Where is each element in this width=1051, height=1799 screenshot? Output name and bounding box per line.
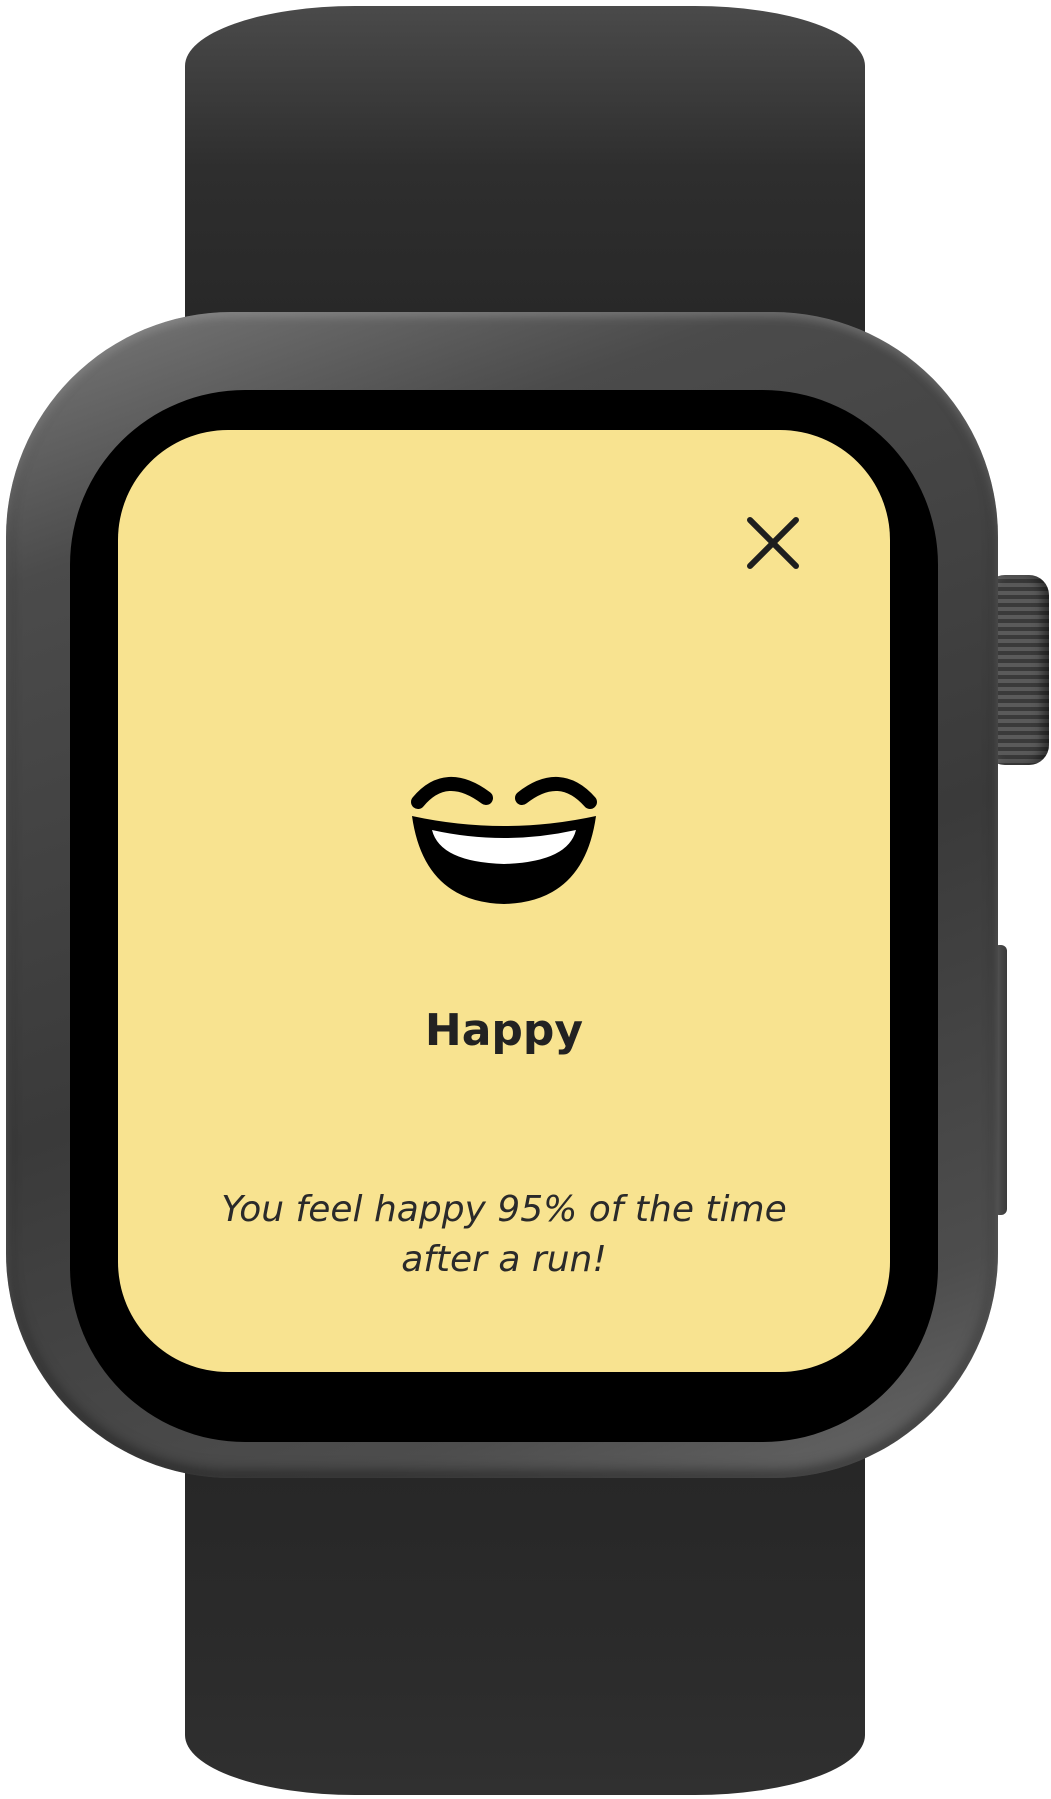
mood-message-line-1: You feel happy 95% of the time: [221, 1189, 787, 1230]
watch-screen: Happy You feel happy 95% of the time aft…: [118, 430, 890, 1372]
mood-title: Happy: [424, 1005, 584, 1056]
mood-message: You feel happy 95% of the time after a r…: [178, 1185, 830, 1285]
close-icon[interactable]: [738, 508, 808, 578]
watch-band-bottom: [185, 1430, 865, 1795]
close-button[interactable]: [738, 508, 808, 578]
grinning-face-with-closed-eyes-icon: [411, 777, 597, 904]
mood-message-line-2: after a run!: [401, 1239, 607, 1280]
